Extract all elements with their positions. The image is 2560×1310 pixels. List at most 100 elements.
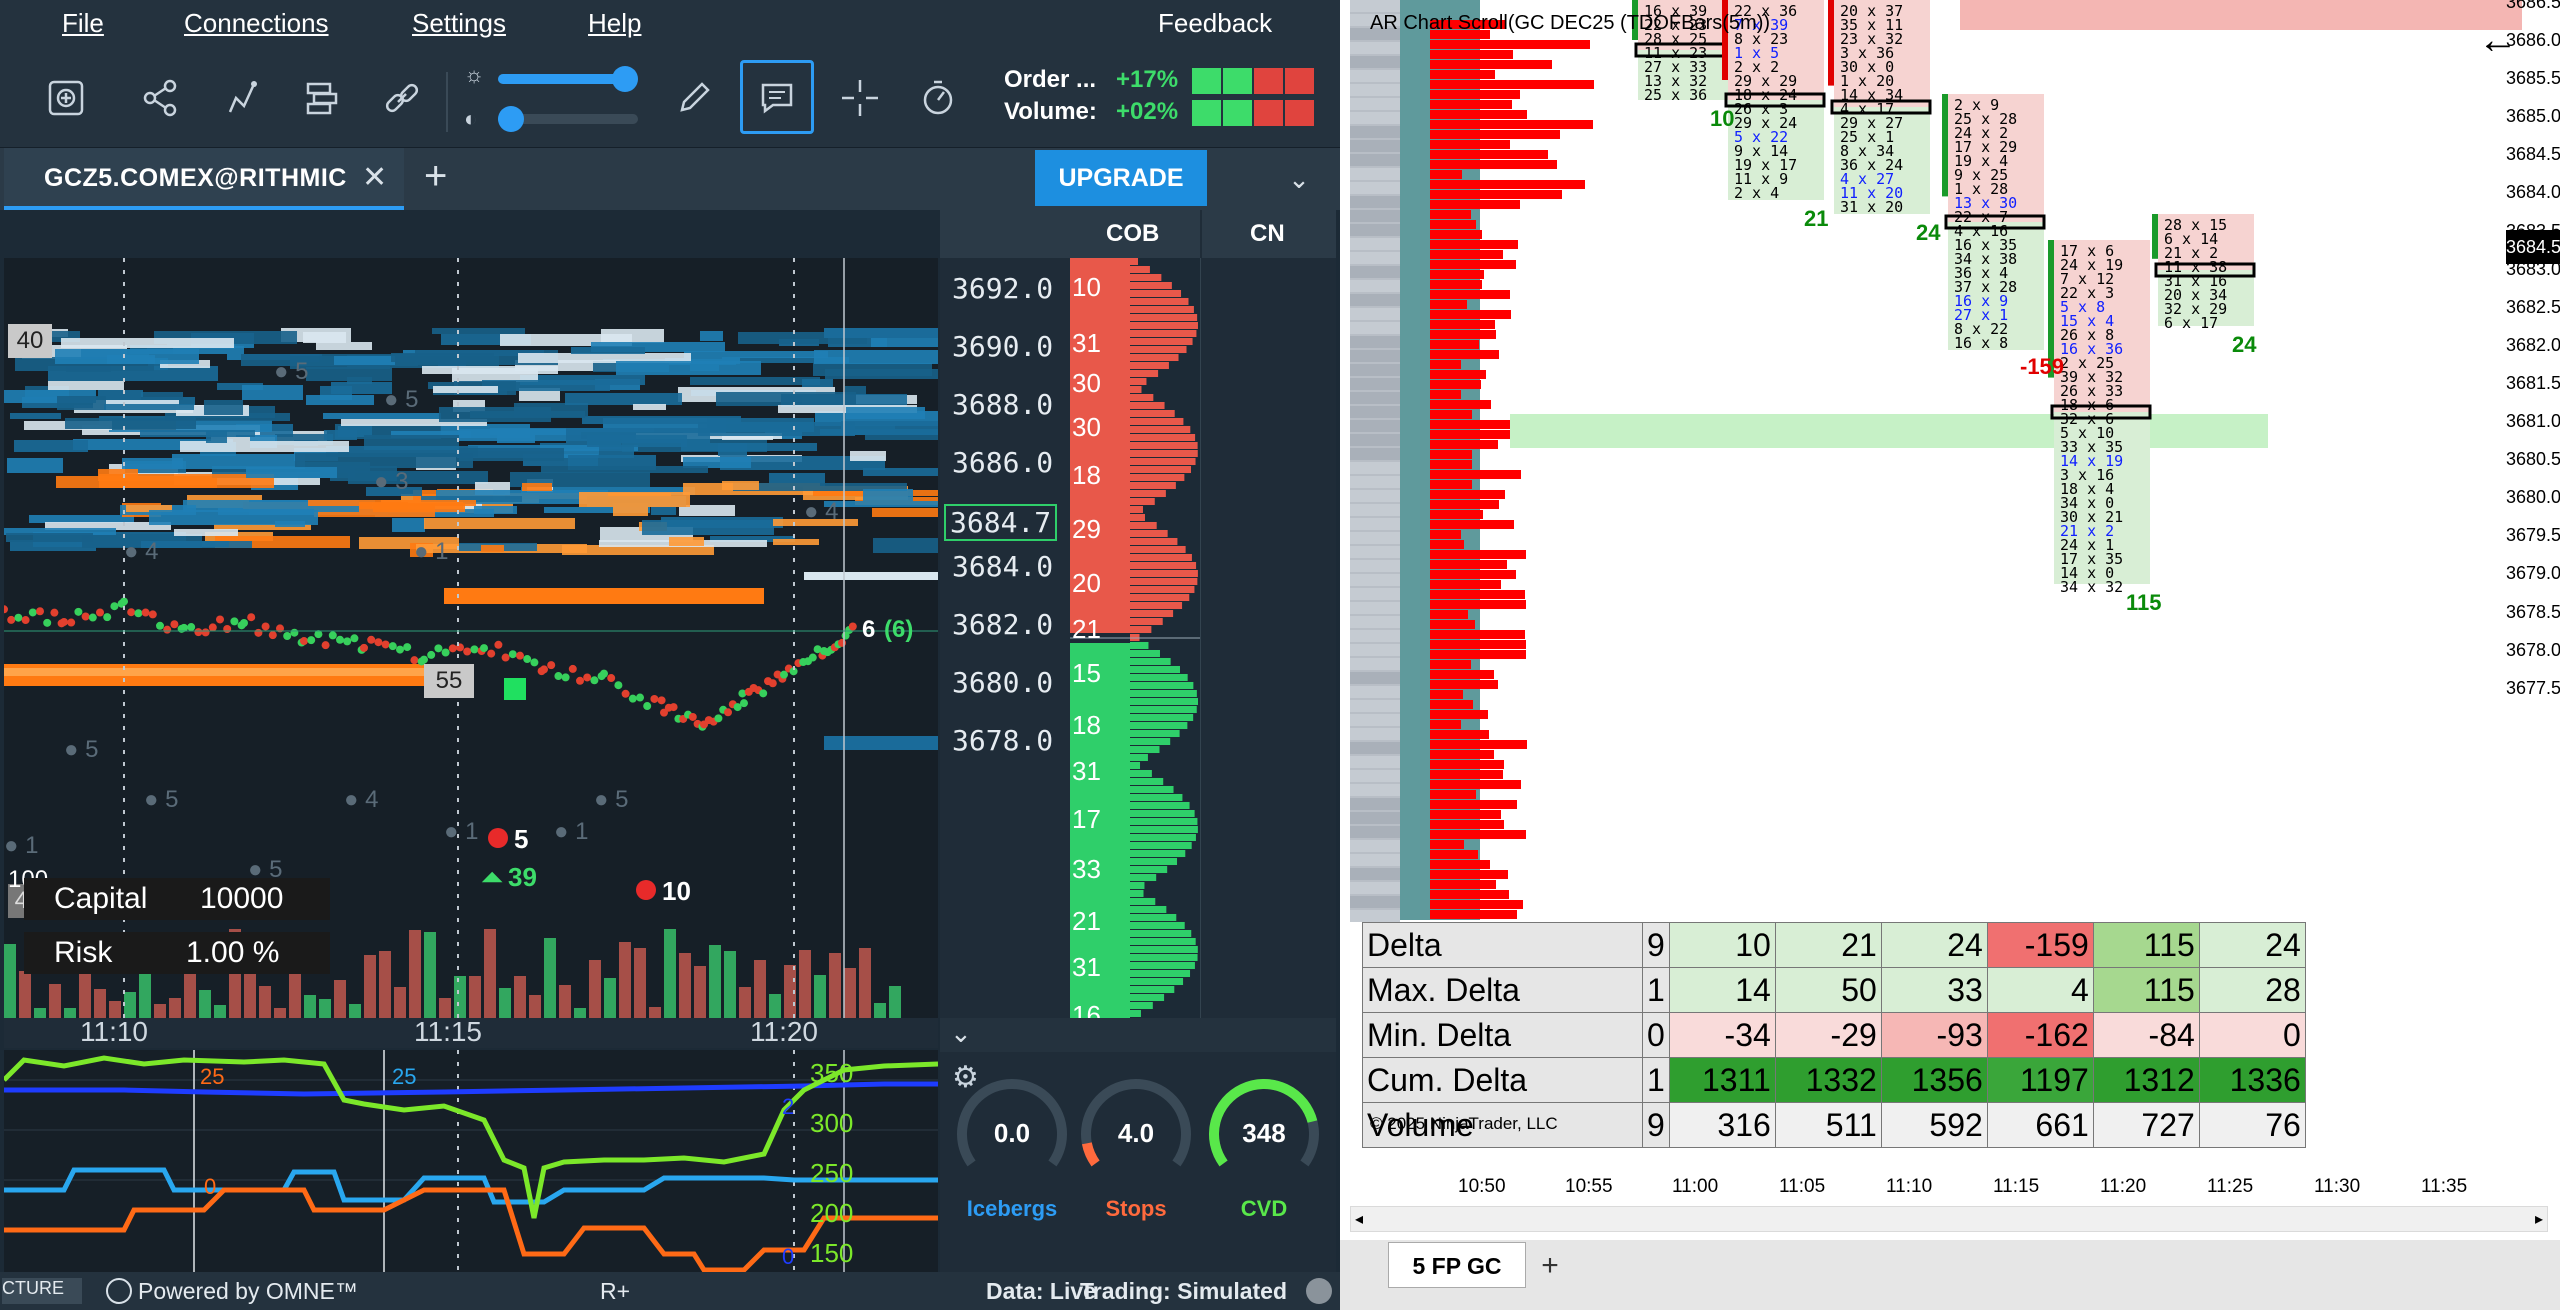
buy-marker-label: 39 (508, 862, 537, 892)
price-label: 3679.0 (2506, 563, 2560, 584)
screenshot-icon[interactable] (38, 70, 94, 126)
bar-delta-label: 10 (1710, 106, 1735, 131)
price-label: 3682.0 (2506, 334, 2560, 355)
cn-column (1200, 258, 1336, 1018)
crosshair-icon[interactable] (832, 70, 888, 126)
ask-count: 10 (1072, 272, 1101, 302)
connection-indicator (1306, 1278, 1332, 1304)
tab-gcz5[interactable]: GCZ5.COMEX@RITHMIC ✕ (4, 148, 404, 210)
bid-count: 17 (1072, 804, 1101, 834)
chevron-down-icon[interactable]: ⌄ (950, 1018, 972, 1049)
contrast-slider[interactable] (498, 106, 638, 132)
book-header: COB CN (940, 210, 1336, 258)
sell-marker (488, 828, 508, 848)
ninjatrader-window: 16 x 39 22 x 23 28 x 25 11 x 23 27 x 33 13 x … (1340, 0, 2560, 1310)
chevron-down-icon[interactable]: ⌄ (1262, 152, 1336, 206)
menu-help[interactable]: Help (588, 8, 641, 39)
bar-delta-label: 24 (2232, 332, 2257, 357)
menu-connections[interactable]: Connections (184, 8, 329, 39)
price-marker: 3684.5 (2506, 230, 2560, 264)
bar-delta-label: 115 (2126, 590, 2162, 615)
stats-cell: 1336 (2198, 1057, 2306, 1103)
price-label: 3678.5 (2506, 601, 2560, 622)
toolbar: ☼ ◐ Order ... +17% Volume: +02% (0, 48, 1340, 148)
menu-file[interactable]: File (62, 8, 104, 39)
price-label: 3682.5 (2506, 296, 2560, 317)
stats-cell: 1 (1642, 1057, 1670, 1103)
time-label: 11:05 (1779, 1176, 1826, 1197)
stats-row: Max. Delta 1 14 50 33 4 115 28 (1362, 967, 2306, 1013)
faded-trade-marker: ● 1 (444, 818, 479, 845)
close-icon[interactable]: ✕ (362, 160, 387, 195)
faded-trade-marker: ● 5 (274, 358, 309, 385)
order-ratio-label: Order ... (1004, 66, 1097, 93)
scroll-left-icon[interactable]: ◂ (1355, 1209, 1363, 1229)
sell-marker (636, 880, 656, 900)
indicator-lines (4, 1050, 938, 1272)
add-tab-button[interactable]: + (1530, 1246, 1570, 1286)
link-icon[interactable] (374, 70, 430, 126)
powered-by: Powered by OMNE™ (138, 1278, 358, 1304)
sell-marker-label: 10 (662, 876, 691, 906)
stats-cell: 0 (1642, 1012, 1670, 1058)
time-label: 10:55 (1565, 1176, 1613, 1197)
stats-row: Cum. Delta 1 1311 1332 1356 1197 1312 1336 (1362, 1057, 2306, 1103)
footprint-bars: 16 x 3922 x 2328 x 2511 x 2327 x 3313 x … (1632, 0, 2256, 596)
feedback-link[interactable]: Feedback (1158, 8, 1272, 39)
faded-trade-marker: ● 5 (594, 786, 629, 813)
price-label: 3684.0 (2506, 182, 2560, 203)
price-level: 3692.0 (952, 272, 1054, 305)
time-label: 11:15 (1993, 1176, 2040, 1197)
horizontal-scrollbar[interactable]: ◂ ▸ (1350, 1206, 2548, 1232)
scale-label: 300 (810, 1108, 854, 1138)
strategy-icon[interactable] (214, 70, 270, 126)
faded-trade-marker: ● 5 (384, 386, 419, 413)
stats-row-label: Min. Delta (1362, 1012, 1643, 1058)
ask-count: 31 (1072, 328, 1101, 358)
risk-panel: Risk 1.00 % (24, 932, 330, 974)
status-bar: CTURE Powered by OMNE™ R+ Data: Live Tra… (0, 1272, 1340, 1310)
heatmap-chart[interactable]: 40 55 46 100 ● 5● 5● 3● 4● 1● 4● 5● 5● 4… (4, 258, 938, 1018)
svg-text:2 x 4: 2 x 4 (1734, 184, 1779, 202)
indicator-pane[interactable]: 350 300 250 200 150 25 25 0 2 0 (4, 1050, 938, 1272)
layers-icon[interactable] (294, 70, 350, 126)
stats-cell: 33 (1880, 967, 1988, 1013)
faded-trade-marker: ● 3 (374, 468, 409, 495)
menu-settings[interactable]: Settings (412, 8, 506, 39)
price-label: 3681.5 (2506, 372, 2560, 393)
cob-column: 10 31 30 30 18 29 20 21 15 18 31 17 33 21 31 16 (1070, 258, 1200, 1030)
share-icon[interactable] (132, 70, 188, 126)
scroll-right-icon[interactable]: ▸ (2535, 1209, 2543, 1229)
upgrade-button[interactable]: UPGRADE (1035, 150, 1207, 206)
bid-count: 15 (1072, 658, 1101, 688)
price-axis: 3686.5 3686.0 3685.5 3685.0 3684.5 3684.0 3683… (2506, 0, 2560, 1160)
brightness-slider[interactable] (498, 66, 638, 92)
price-ladder: 3692.0 3690.0 3688.0 3686.0 3684.7 3684.0 3682… (940, 258, 1070, 1018)
indicator-label: 25 (392, 1064, 417, 1089)
stats-cell: 727 (2092, 1102, 2200, 1148)
chat-icon[interactable] (740, 60, 814, 134)
order-ratio-value: +17% (1116, 66, 1179, 93)
omne-icon (106, 1278, 132, 1304)
add-tab-button[interactable]: + (424, 154, 447, 199)
price-level: 3684.7 (944, 504, 1058, 541)
tab-5-fp-gc[interactable]: 5 FP GC (1388, 1242, 1526, 1288)
gauge-value: 348 (1242, 1118, 1286, 1148)
footprint-chart[interactable]: 16 x 39 22 x 23 28 x 25 11 x 23 27 x 33 13 x … (1350, 0, 2522, 1160)
time-label: 11:25 (2207, 1176, 2254, 1197)
faded-trade-marker: ● 4 (344, 786, 379, 813)
rplus-label: R+ (600, 1278, 631, 1304)
status-logo: CTURE (2, 1278, 82, 1304)
capital-value: 10000 (200, 882, 284, 915)
price-label: 3677.5 (2506, 677, 2560, 698)
tab-label: GCZ5.COMEX@RITHMIC (44, 164, 347, 192)
gauge-panel: ⌄ ⚙ 0.0 Icebergs 4.0 Stops 348 CVD (940, 1018, 1336, 1272)
stats-cell: 1356 (1880, 1057, 1988, 1103)
stats-cell: -159 (1986, 922, 2094, 968)
price-level: 3678.0 (952, 724, 1054, 757)
svg-text:16 x 8: 16 x 8 (1954, 334, 2008, 352)
timer-icon[interactable] (910, 70, 966, 126)
pencil-icon[interactable] (666, 70, 722, 126)
bid-count: 31 (1072, 952, 1101, 982)
gauge-stops: 4.0 Stops (1076, 1074, 1196, 1274)
